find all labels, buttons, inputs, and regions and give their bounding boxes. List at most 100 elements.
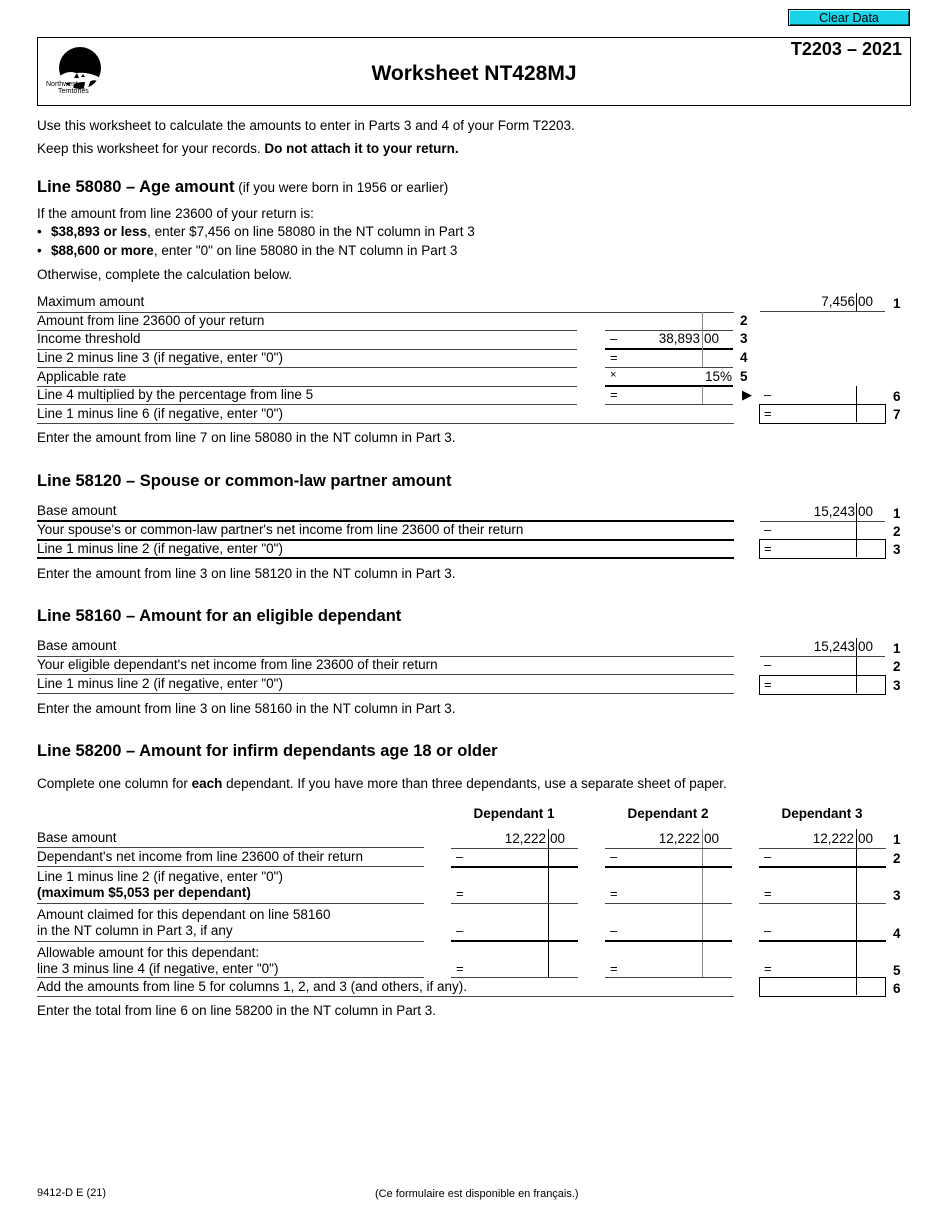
- divider: [37, 520, 734, 522]
- eligible-line-3-input[interactable]: =: [759, 675, 886, 695]
- age-line-6a-input[interactable]: [620, 386, 700, 404]
- age-line-7-input[interactable]: =: [759, 404, 886, 424]
- minus-operator: –: [456, 923, 464, 938]
- infirm-enter-text: Enter the total from line 6 on line 5820…: [37, 1003, 436, 1018]
- dependant-3-line-5-input[interactable]: [774, 942, 854, 977]
- minus-operator: –: [456, 849, 464, 864]
- spouse-line-2-input[interactable]: [775, 521, 855, 539]
- eligible-enter-text: Enter the amount from line 3 on line 581…: [37, 701, 456, 716]
- minus-operator: –: [610, 923, 618, 938]
- divider: [37, 674, 734, 675]
- infirm-row-2-label: Dependant's net income from line 23600 o…: [37, 849, 364, 864]
- age-line-6-input[interactable]: [775, 386, 855, 404]
- age-amount-heading: Line 58080 – Age amount (if you were bor…: [37, 178, 448, 197]
- divider: [37, 693, 734, 694]
- infirm-intro-plain-2: dependant. If you have more than three d…: [222, 776, 727, 791]
- infirm-intro-text: Complete one column for each dependant. …: [37, 776, 727, 791]
- cents-separator: [702, 386, 703, 404]
- infirm-row-4-label: Amount claimed for this dependant on lin…: [37, 907, 331, 922]
- cents-separator: [856, 978, 857, 995]
- dependant-1-line-5-input[interactable]: [466, 942, 546, 977]
- divider: [37, 903, 424, 904]
- divider: [760, 311, 885, 312]
- clear-data-button[interactable]: Clear Data: [788, 9, 910, 26]
- maximum-amount-dollars: 7,456: [821, 294, 855, 309]
- divider: [37, 423, 734, 424]
- cents-separator: [702, 312, 703, 349]
- dependant-3-line-2-input[interactable]: [774, 848, 854, 866]
- age-bullet-1: • $38,893 or less, enter $7,456 on line 5…: [37, 224, 475, 239]
- divider: [37, 386, 577, 387]
- line-number: 5: [893, 963, 901, 978]
- dependant-1-line-3-input[interactable]: [466, 867, 546, 903]
- eligible-row-1-label: Base amount: [37, 638, 117, 653]
- dependant-3-line-3-input[interactable]: [774, 867, 854, 903]
- dependant-3-base-cents: 00: [858, 831, 874, 846]
- page-title: Worksheet NT428MJ: [371, 62, 577, 85]
- age-row-4-label: Line 2 minus line 3 (if negative, enter …: [37, 350, 283, 365]
- dependant-1-line-2-input[interactable]: [466, 848, 546, 866]
- intro-keep-bold: Do not attach it to your return.: [264, 141, 459, 156]
- divider: [37, 941, 424, 942]
- eligible-dependant-heading: Line 58160 – Amount for an eligible depe…: [37, 607, 402, 625]
- infirm-intro-plain-1: Complete one column for: [37, 776, 192, 791]
- dependant-2-line-4-input[interactable]: [620, 904, 700, 940]
- divider: [37, 404, 577, 405]
- spouse-base-dollars: 15,243: [813, 504, 855, 519]
- dependant-1-base-dollars: 12,222: [504, 831, 546, 846]
- age-otherwise-text: Otherwise, complete the calculation belo…: [37, 267, 293, 282]
- divider: [37, 539, 734, 541]
- dependant-1-line-4-input[interactable]: [466, 904, 546, 940]
- equals-operator: =: [764, 961, 772, 976]
- line-number: 6: [893, 981, 901, 996]
- spouse-line-3-input[interactable]: =: [759, 539, 886, 559]
- eligible-row-2-label: Your eligible dependant's net income fro…: [37, 657, 438, 672]
- line-number: 4: [893, 926, 901, 941]
- form-number: T2203 – 2021: [790, 39, 902, 59]
- spouse-row-1-label: Base amount: [37, 503, 117, 518]
- infirm-row-6-label: Add the amounts from line 5 for columns …: [37, 979, 467, 994]
- spouse-enter-text: Enter the amount from line 3 on line 581…: [37, 566, 456, 581]
- line-number: 1: [893, 296, 901, 311]
- age-heading-sub: (if you were born in 1956 or earlier): [234, 180, 449, 195]
- age-row-5-label: Applicable rate: [37, 369, 127, 384]
- age-line-2-input[interactable]: [605, 312, 733, 330]
- equals-operator: =: [610, 886, 618, 901]
- spouse-row-2-label: Your spouse's or common-law partner's ne…: [37, 522, 524, 537]
- line-number: 2: [893, 659, 901, 674]
- cents-separator: [856, 540, 857, 557]
- age-heading-main: Line 58080 – Age amount: [37, 178, 235, 196]
- dependant-2-line-3-input[interactable]: [620, 867, 700, 903]
- dependant-2-line-2-input[interactable]: [620, 848, 700, 866]
- intro-keep-plain: Keep this worksheet for your records.: [37, 141, 265, 156]
- line-number: 1: [893, 506, 901, 521]
- maximum-amount-cents: 00: [858, 294, 874, 309]
- dependant-1-base-cents: 00: [550, 831, 566, 846]
- infirm-line-6-total-input[interactable]: [759, 977, 886, 997]
- divider: [37, 996, 734, 997]
- dependant-2-line-5-input[interactable]: [620, 942, 700, 977]
- infirm-row-5-label-2: line 3 minus line 4 (if negative, enter …: [37, 961, 279, 976]
- eligible-line-2-input[interactable]: [775, 656, 855, 674]
- infirm-row-1-label: Base amount: [37, 830, 117, 845]
- equals-operator: =: [456, 961, 464, 976]
- infirm-row-4-label-2: in the NT column in Part 3, if any: [37, 923, 233, 938]
- age-bullet-1-bold: $38,893 or less: [51, 224, 148, 239]
- column-header-dependant-2: Dependant 2: [627, 806, 709, 821]
- age-row-6-label: Line 4 multiplied by the percentage from…: [37, 387, 314, 402]
- infirm-row-5-label: Allowable amount for this dependant:: [37, 945, 260, 960]
- infirm-row-3-label-bold: (maximum $5,053 per dependant): [37, 885, 251, 900]
- age-line-4-input[interactable]: [620, 349, 700, 367]
- equals-operator: =: [610, 350, 618, 365]
- minus-operator: –: [764, 522, 772, 537]
- column-header-dependant-3: Dependant 3: [781, 806, 863, 821]
- eligible-base-dollars: 15,243: [813, 639, 855, 654]
- equals-operator: =: [764, 406, 772, 421]
- line-number: 2: [893, 851, 901, 866]
- line-number: 1: [893, 832, 901, 847]
- line-number: 3: [740, 331, 748, 346]
- dependant-3-line-4-input[interactable]: [774, 904, 854, 940]
- infirm-row-3-label: Line 1 minus line 2 (if negative, enter …: [37, 869, 283, 884]
- age-row-1-label: Maximum amount: [37, 294, 145, 309]
- divider: [451, 977, 578, 978]
